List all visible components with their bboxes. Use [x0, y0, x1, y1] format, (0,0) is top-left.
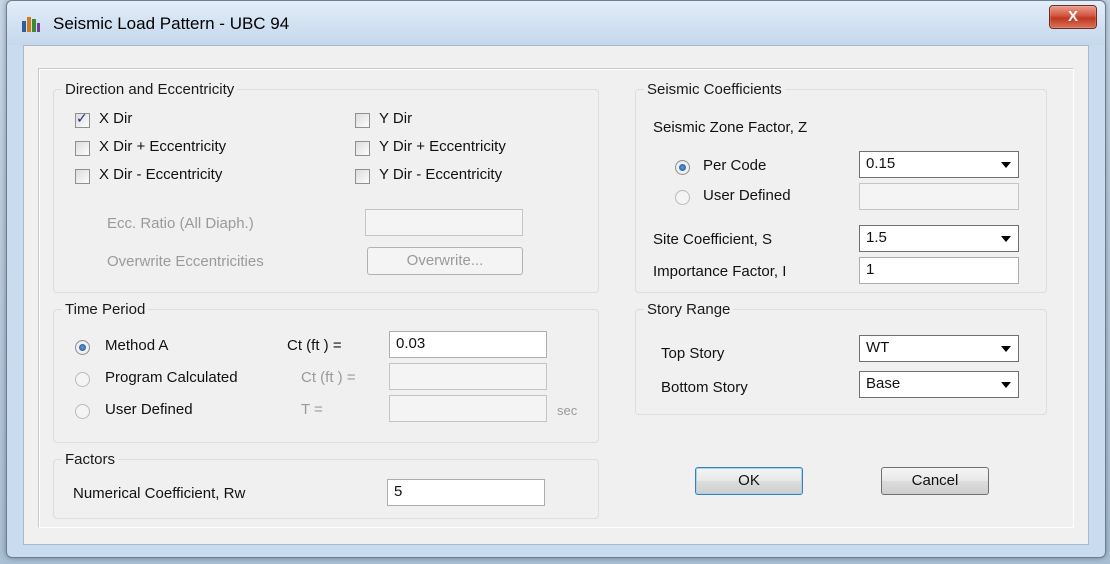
t-label: T = [301, 401, 323, 418]
x-dir-minus-ecc-label: X Dir - Eccentricity [99, 166, 223, 183]
method-a-radio[interactable] [75, 340, 90, 355]
site-coefficient-value: 1.5 [866, 229, 887, 246]
x-dir-minus-ecc-checkbox[interactable] [75, 169, 90, 184]
window-title: Seismic Load Pattern - UBC 94 [53, 14, 290, 33]
chevron-down-icon [1001, 346, 1011, 352]
time-period-legend: Time Period [65, 301, 146, 318]
story-range-legend: Story Range [647, 301, 731, 318]
user-defined-zone-input[interactable] [859, 183, 1019, 210]
rw-label: Numerical Coefficient, Rw [73, 485, 246, 502]
x-dir-checkbox[interactable] [75, 110, 90, 128]
importance-factor-label: Importance Factor, I [653, 263, 787, 280]
overwrite-eccentricities-label: Overwrite Eccentricities [107, 253, 264, 270]
chevron-down-icon [1001, 236, 1011, 242]
chevron-down-icon [1001, 382, 1011, 388]
y-dir-label: Y Dir [379, 110, 413, 127]
top-story-label: Top Story [661, 345, 725, 362]
dialog-panel: Direction and Eccentricity X Dir X Dir +… [38, 68, 1074, 528]
per-code-radio[interactable] [675, 160, 690, 175]
site-coefficient-label: Site Coefficient, S [653, 231, 772, 248]
t-input[interactable] [389, 395, 547, 422]
bottom-story-value: Base [866, 375, 901, 392]
close-button[interactable]: X [1049, 5, 1097, 29]
method-a-label: Method A [105, 337, 169, 354]
user-defined-zone-radio[interactable] [675, 190, 690, 205]
overwrite-button[interactable]: Overwrite... [367, 247, 523, 275]
user-defined-period-radio[interactable] [75, 404, 90, 419]
direction-eccentricity-legend: Direction and Eccentricity [65, 81, 235, 98]
y-dir-checkbox[interactable] [355, 113, 370, 128]
ct-ft-program-label: Ct (ft ) = [301, 369, 356, 386]
seismic-coefficients-legend: Seismic Coefficients [647, 81, 782, 98]
user-defined-zone-label: User Defined [703, 187, 791, 204]
ct-ft-input[interactable]: 0.03 [389, 331, 547, 358]
factors-legend: Factors [65, 451, 116, 468]
ct-ft-label: Ct (ft ) = [287, 337, 342, 354]
site-coefficient-select[interactable]: 1.5 [859, 225, 1019, 252]
ct-ft-program-input[interactable] [389, 363, 547, 390]
user-defined-period-label: User Defined [105, 401, 193, 418]
y-dir-minus-ecc-label: Y Dir - Eccentricity [379, 166, 503, 183]
seismic-load-pattern-dialog: Seismic Load Pattern - UBC 94 X Directio… [6, 0, 1106, 558]
rw-input[interactable]: 5 [387, 479, 545, 506]
close-icon: X [1067, 8, 1078, 25]
t-unit-label: sec [557, 403, 578, 418]
bottom-story-label: Bottom Story [661, 379, 748, 396]
title-bar[interactable]: Seismic Load Pattern - UBC 94 X [7, 1, 1105, 45]
x-dir-plus-ecc-checkbox[interactable] [75, 141, 90, 156]
zone-factor-value: 0.15 [866, 155, 896, 172]
y-dir-plus-ecc-checkbox[interactable] [355, 141, 370, 156]
y-dir-plus-ecc-label: Y Dir + Eccentricity [379, 138, 506, 155]
program-calculated-radio[interactable] [75, 372, 90, 387]
top-story-value: WT [866, 339, 890, 356]
program-calculated-label: Program Calculated [105, 369, 238, 386]
ecc-ratio-label: Ecc. Ratio (All Diaph.) [107, 215, 254, 232]
cancel-button[interactable]: Cancel [881, 467, 989, 495]
ecc-ratio-input[interactable] [365, 209, 523, 236]
y-dir-minus-ecc-checkbox[interactable] [355, 169, 370, 184]
bottom-story-select[interactable]: Base [859, 371, 1019, 398]
top-story-select[interactable]: WT [859, 335, 1019, 362]
zone-factor-select[interactable]: 0.15 [859, 151, 1019, 178]
dialog-client-area: Direction and Eccentricity X Dir X Dir +… [23, 45, 1089, 545]
importance-factor-input[interactable]: 1 [859, 257, 1019, 284]
seismic-zone-factor-label: Seismic Zone Factor, Z [653, 119, 808, 136]
per-code-label: Per Code [703, 157, 767, 174]
x-dir-plus-ecc-label: X Dir + Eccentricity [99, 138, 227, 155]
app-icon [22, 17, 40, 32]
x-dir-label: X Dir [99, 110, 133, 127]
chevron-down-icon [1001, 162, 1011, 168]
ok-button[interactable]: OK [695, 467, 803, 495]
